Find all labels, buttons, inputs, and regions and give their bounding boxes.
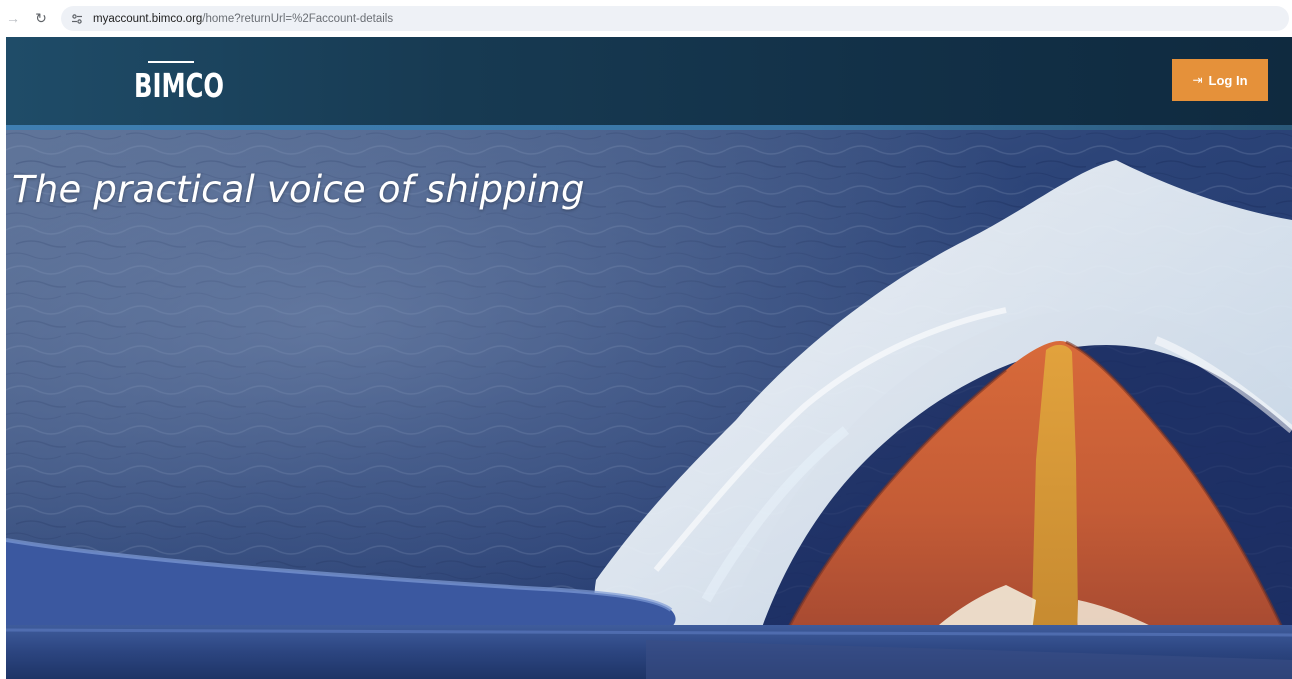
hero-tagline: The practical voice of shipping xyxy=(12,168,585,211)
site-header: BIMCO ⇥ Log In xyxy=(6,37,1292,125)
arrow-right-icon[interactable]: → xyxy=(2,7,24,29)
address-bar[interactable]: myaccount.bimco.org/home?returnUrl=%2Fac… xyxy=(61,6,1289,31)
login-button[interactable]: ⇥ Log In xyxy=(1172,59,1268,101)
bimco-logo[interactable]: BIMCO xyxy=(134,59,226,105)
url-host: myaccount.bimco.org xyxy=(93,12,203,25)
url-path: /home?returnUrl=%2Faccount-details xyxy=(202,12,394,25)
hero-image xyxy=(6,130,1292,679)
reload-icon[interactable]: ↻ xyxy=(30,7,52,29)
sign-in-icon: ⇥ xyxy=(1192,73,1203,87)
hero-banner: The practical voice of shipping xyxy=(6,130,1292,679)
tune-icon[interactable] xyxy=(69,11,85,27)
logo-text: BIMCO xyxy=(134,66,224,103)
login-label: Log In xyxy=(1208,72,1248,88)
browser-toolbar: → ↻ myaccount.bimco.org/home?returnUrl=%… xyxy=(0,0,1292,36)
